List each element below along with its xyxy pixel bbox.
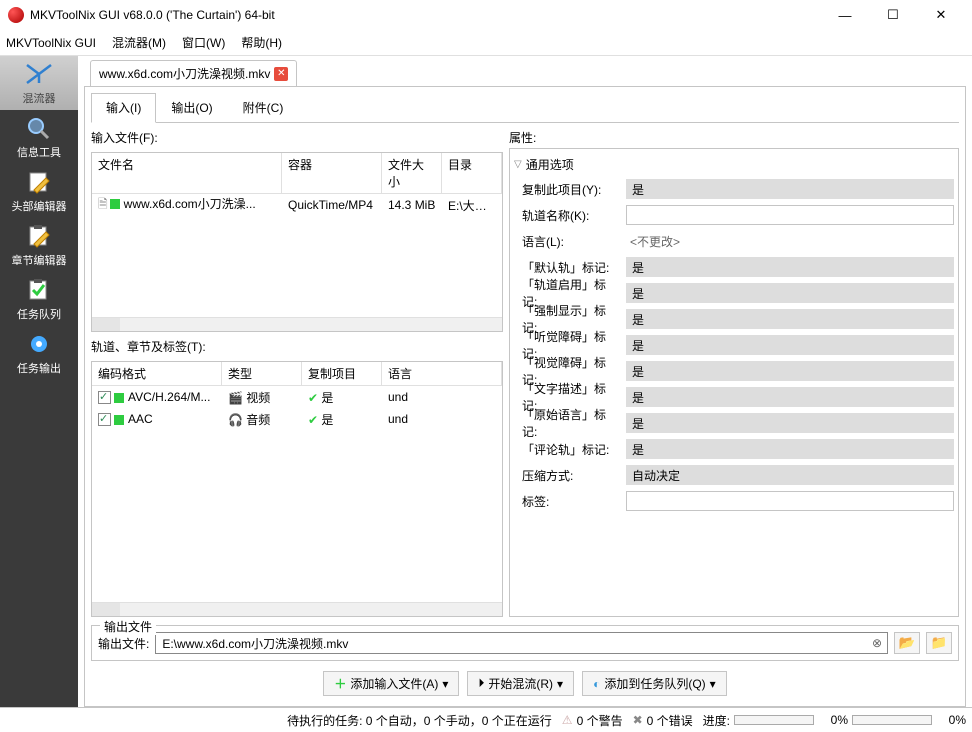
maximize-button[interactable]: ☐ [870, 1, 916, 29]
clear-output-icon[interactable]: ⊗ [868, 634, 886, 652]
menu-app[interactable]: MKVToolNix GUI [6, 36, 96, 50]
action-bar: ＋添加输入文件(A) ▾ ⏵开始混流(R) ▾ ◐添加到任务队列(Q) ▾ [91, 665, 959, 700]
clipboard-check-icon [23, 276, 55, 304]
properties-panel: ▽通用选项 复制此项目(Y):是 轨道名称(K): 语言(L):<不更改> 「默… [509, 148, 959, 617]
prop-textdesc-value[interactable]: 是 [626, 387, 954, 407]
prop-enabled-value[interactable]: 是 [626, 283, 954, 303]
add-queue-button[interactable]: ◐添加到任务队列(Q) ▾ [582, 671, 727, 696]
clipboard-edit-icon [23, 222, 55, 250]
prop-hearing-value[interactable]: 是 [626, 335, 954, 355]
menu-window[interactable]: 窗口(W) [182, 34, 225, 51]
track-checkbox[interactable] [98, 413, 111, 426]
add-input-button[interactable]: ＋添加输入文件(A) ▾ [323, 671, 459, 696]
output-group: 输出文件 输出文件: ⊗ 📂 📁 [91, 625, 959, 661]
magnifier-icon [23, 114, 55, 142]
tracks-label: 轨道、章节及标签(T): [91, 336, 503, 357]
output-file-label: 输出文件: [98, 635, 149, 652]
status-indicator [110, 199, 120, 209]
error-icon: ✖ [633, 713, 643, 727]
output-path-input[interactable] [155, 632, 888, 654]
properties-label: 属性: [509, 127, 959, 148]
close-tab-icon[interactable]: ✕ [274, 67, 288, 81]
document-tab[interactable]: www.x6d.com小刀洗澡视频.mkv ✕ [90, 60, 297, 86]
document-tabs: www.x6d.com小刀洗澡视频.mkv ✕ [84, 60, 966, 86]
input-files-label: 输入文件(F): [91, 127, 503, 148]
browse-output-button[interactable]: 📂 [894, 632, 920, 654]
prop-language-value[interactable]: <不更改> [626, 231, 954, 252]
tab-attachments[interactable]: 附件(C) [228, 93, 299, 122]
close-button[interactable]: ✕ [918, 1, 964, 29]
tab-output[interactable]: 输出(O) [156, 93, 227, 122]
prop-copy-value[interactable]: 是 [626, 179, 954, 199]
plus-icon: ＋ [334, 675, 346, 692]
file-icon: 🗎 [98, 197, 108, 211]
track-checkbox[interactable] [98, 391, 111, 404]
tab-input[interactable]: 输入(I) [91, 93, 156, 123]
folder-icon: 📁 [931, 635, 948, 651]
sidebar-item-chapter-editor[interactable]: 章节编辑器 [0, 218, 78, 272]
horizontal-scrollbar[interactable] [92, 317, 502, 331]
prop-visual-value[interactable]: 是 [626, 361, 954, 381]
track-row[interactable]: AVC/H.264/M... 🎬 视频 ✔ 是 und [92, 386, 502, 408]
window-title: MKVToolNix GUI v68.0.0 ('The Curtain') 6… [30, 8, 822, 22]
video-icon: 🎬 [228, 391, 243, 405]
status-pending: 待执行的任务: 0 个自动，0 个手动，0 个正在运行 [287, 712, 552, 729]
check-icon: ✔ [308, 413, 318, 427]
prop-default-value[interactable]: 是 [626, 257, 954, 277]
play-icon: ⏵ [478, 676, 484, 691]
progress-bar-1 [734, 715, 814, 725]
audio-icon: 🎧 [228, 413, 243, 427]
minimize-button[interactable]: — [822, 1, 868, 29]
app-icon [8, 7, 24, 23]
check-icon: ✔ [308, 391, 318, 405]
sidebar-item-header-editor[interactable]: 头部编辑器 [0, 164, 78, 218]
prop-original-value[interactable]: 是 [626, 413, 954, 433]
sidebar-item-job-queue[interactable]: 任务队列 [0, 272, 78, 326]
collapse-icon: ▽ [514, 159, 522, 170]
merge-icon [23, 60, 55, 88]
prop-trackname-input[interactable] [626, 205, 954, 225]
prop-tags-input[interactable] [626, 491, 954, 511]
gear-icon [23, 330, 55, 358]
inner-tabs: 输入(I) 输出(O) 附件(C) [91, 93, 959, 123]
statusbar: 待执行的任务: 0 个自动，0 个手动，0 个正在运行 ⚠0 个警告 ✖0 个错… [0, 707, 972, 732]
recent-output-button[interactable]: 📁 [926, 632, 952, 654]
tracks-list[interactable]: 编码格式 类型 复制项目 语言 AVC/H.264/M... 🎬 视频 ✔ 是 … [91, 361, 503, 617]
start-mux-button[interactable]: ⏵开始混流(R) ▾ [467, 671, 574, 696]
sidebar-item-muxer[interactable]: 混流器 [0, 56, 78, 110]
edit-icon [23, 168, 55, 196]
titlebar: MKVToolNix GUI v68.0.0 ('The Curtain') 6… [0, 0, 972, 30]
menu-help[interactable]: 帮助(H) [241, 34, 282, 51]
status-indicator [114, 415, 124, 425]
input-files-list[interactable]: 文件名 容器 文件大小 目录 🗎www.x6d.com小刀洗澡... Quick… [91, 152, 503, 332]
list-header: 文件名 容器 文件大小 目录 [92, 153, 502, 194]
horizontal-scrollbar[interactable] [92, 602, 502, 616]
open-folder-icon: 📂 [899, 635, 916, 651]
status-indicator [114, 393, 124, 403]
sidebar-item-job-output[interactable]: 任务输出 [0, 326, 78, 380]
menu-mux[interactable]: 混流器(M) [112, 34, 166, 51]
prop-compress-value[interactable]: 自动决定 [626, 465, 954, 485]
menubar: MKVToolNix GUI 混流器(M) 窗口(W) 帮助(H) [0, 30, 972, 56]
prop-commentary-value[interactable]: 是 [626, 439, 954, 459]
file-row[interactable]: 🗎www.x6d.com小刀洗澡... QuickTime/MP4 14.3 M… [92, 194, 502, 216]
queue-icon: ◐ [593, 677, 600, 691]
prop-forced-value[interactable]: 是 [626, 309, 954, 329]
progress-bar-2 [852, 715, 932, 725]
track-row[interactable]: AAC 🎧 音频 ✔ 是 und [92, 408, 502, 430]
list-header: 编码格式 类型 复制项目 语言 [92, 362, 502, 386]
warning-icon: ⚠ [562, 713, 573, 727]
sidebar-item-info[interactable]: 信息工具 [0, 110, 78, 164]
sidebar: 混流器 信息工具 头部编辑器 章节编辑器 任务队列 任务输出 [0, 56, 78, 707]
props-section-header[interactable]: ▽通用选项 [514, 153, 954, 176]
